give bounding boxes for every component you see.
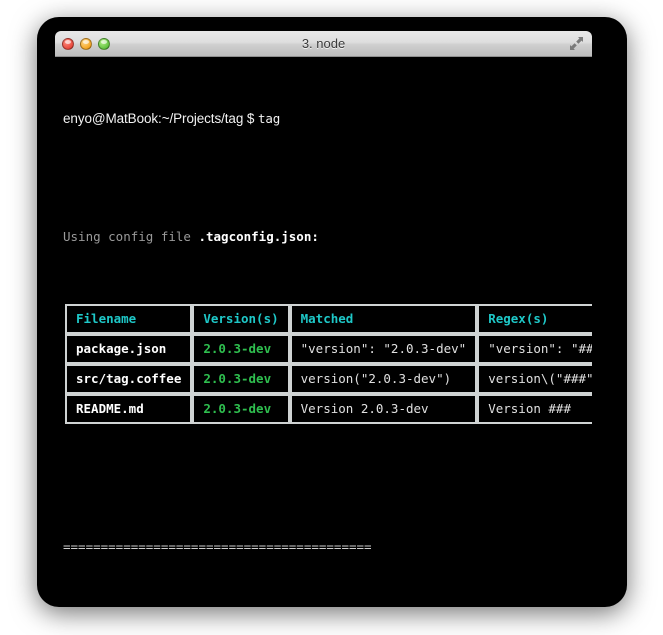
cell-regex: "version": "###" — [488, 341, 592, 356]
config-filename: .tagconfig.json: — [198, 229, 319, 244]
close-button[interactable] — [62, 37, 74, 50]
table-row: src/tag.coffee 2.0.3-dev version("2.0.3-… — [65, 364, 592, 394]
cell-version: 2.0.3-dev — [203, 371, 272, 386]
minimize-button[interactable] — [80, 37, 92, 50]
cell-filename: src/tag.coffee — [76, 371, 182, 386]
terminal-output[interactable]: enyo@MatBook:~/Projects/tag $ tag Using … — [55, 57, 592, 587]
cell-regex: version\("###"\) — [488, 371, 592, 386]
config-label: Using config file — [63, 229, 199, 244]
cell-regex: Version ### — [488, 401, 571, 416]
table-header-row: Filename Version(s) Matched Regex(s) — [65, 304, 592, 334]
window-title: 3. node — [301, 36, 346, 51]
cell-filename: package.json — [76, 341, 167, 356]
cell-matched: version("2.0.3-dev") — [300, 371, 452, 386]
column-header-matched: Matched — [300, 311, 354, 326]
cell-filename: README.md — [76, 401, 144, 416]
typed-command: tag — [257, 111, 281, 126]
column-header-filename: Filename — [76, 311, 137, 326]
cell-matched: "version": "2.0.3-dev" — [300, 341, 467, 356]
column-header-versions: Version(s) — [203, 311, 279, 326]
title-bar[interactable]: 3. node — [55, 31, 592, 57]
files-table: Filename Version(s) Matched Regex(s) pac… — [65, 304, 592, 424]
expand-arrows-icon[interactable] — [569, 36, 584, 51]
table-row: package.json 2.0.3-dev "version": "2.0.3… — [65, 334, 592, 364]
prompt-text: enyo@MatBook:~/Projects/tag $ — [63, 111, 258, 126]
cell-version: 2.0.3-dev — [203, 341, 272, 356]
zoom-button[interactable] — [98, 37, 110, 50]
column-header-regexes: Regex(s) — [488, 311, 549, 326]
terminal-window: 3. node enyo@MatBook:~/Projects/tag $ ta… — [55, 31, 592, 587]
config-file-line: Using config file .tagconfig.json: — [55, 229, 592, 245]
traffic-lights — [62, 37, 110, 50]
table-row: README.md 2.0.3-dev Version 2.0.3-dev Ve… — [65, 394, 592, 424]
cell-matched: Version 2.0.3-dev — [300, 401, 429, 416]
cell-version: 2.0.3-dev — [203, 401, 272, 416]
separator-top: ========================================… — [63, 539, 372, 554]
shell-prompt-line: enyo@MatBook:~/Projects/tag $ tag — [55, 110, 592, 127]
